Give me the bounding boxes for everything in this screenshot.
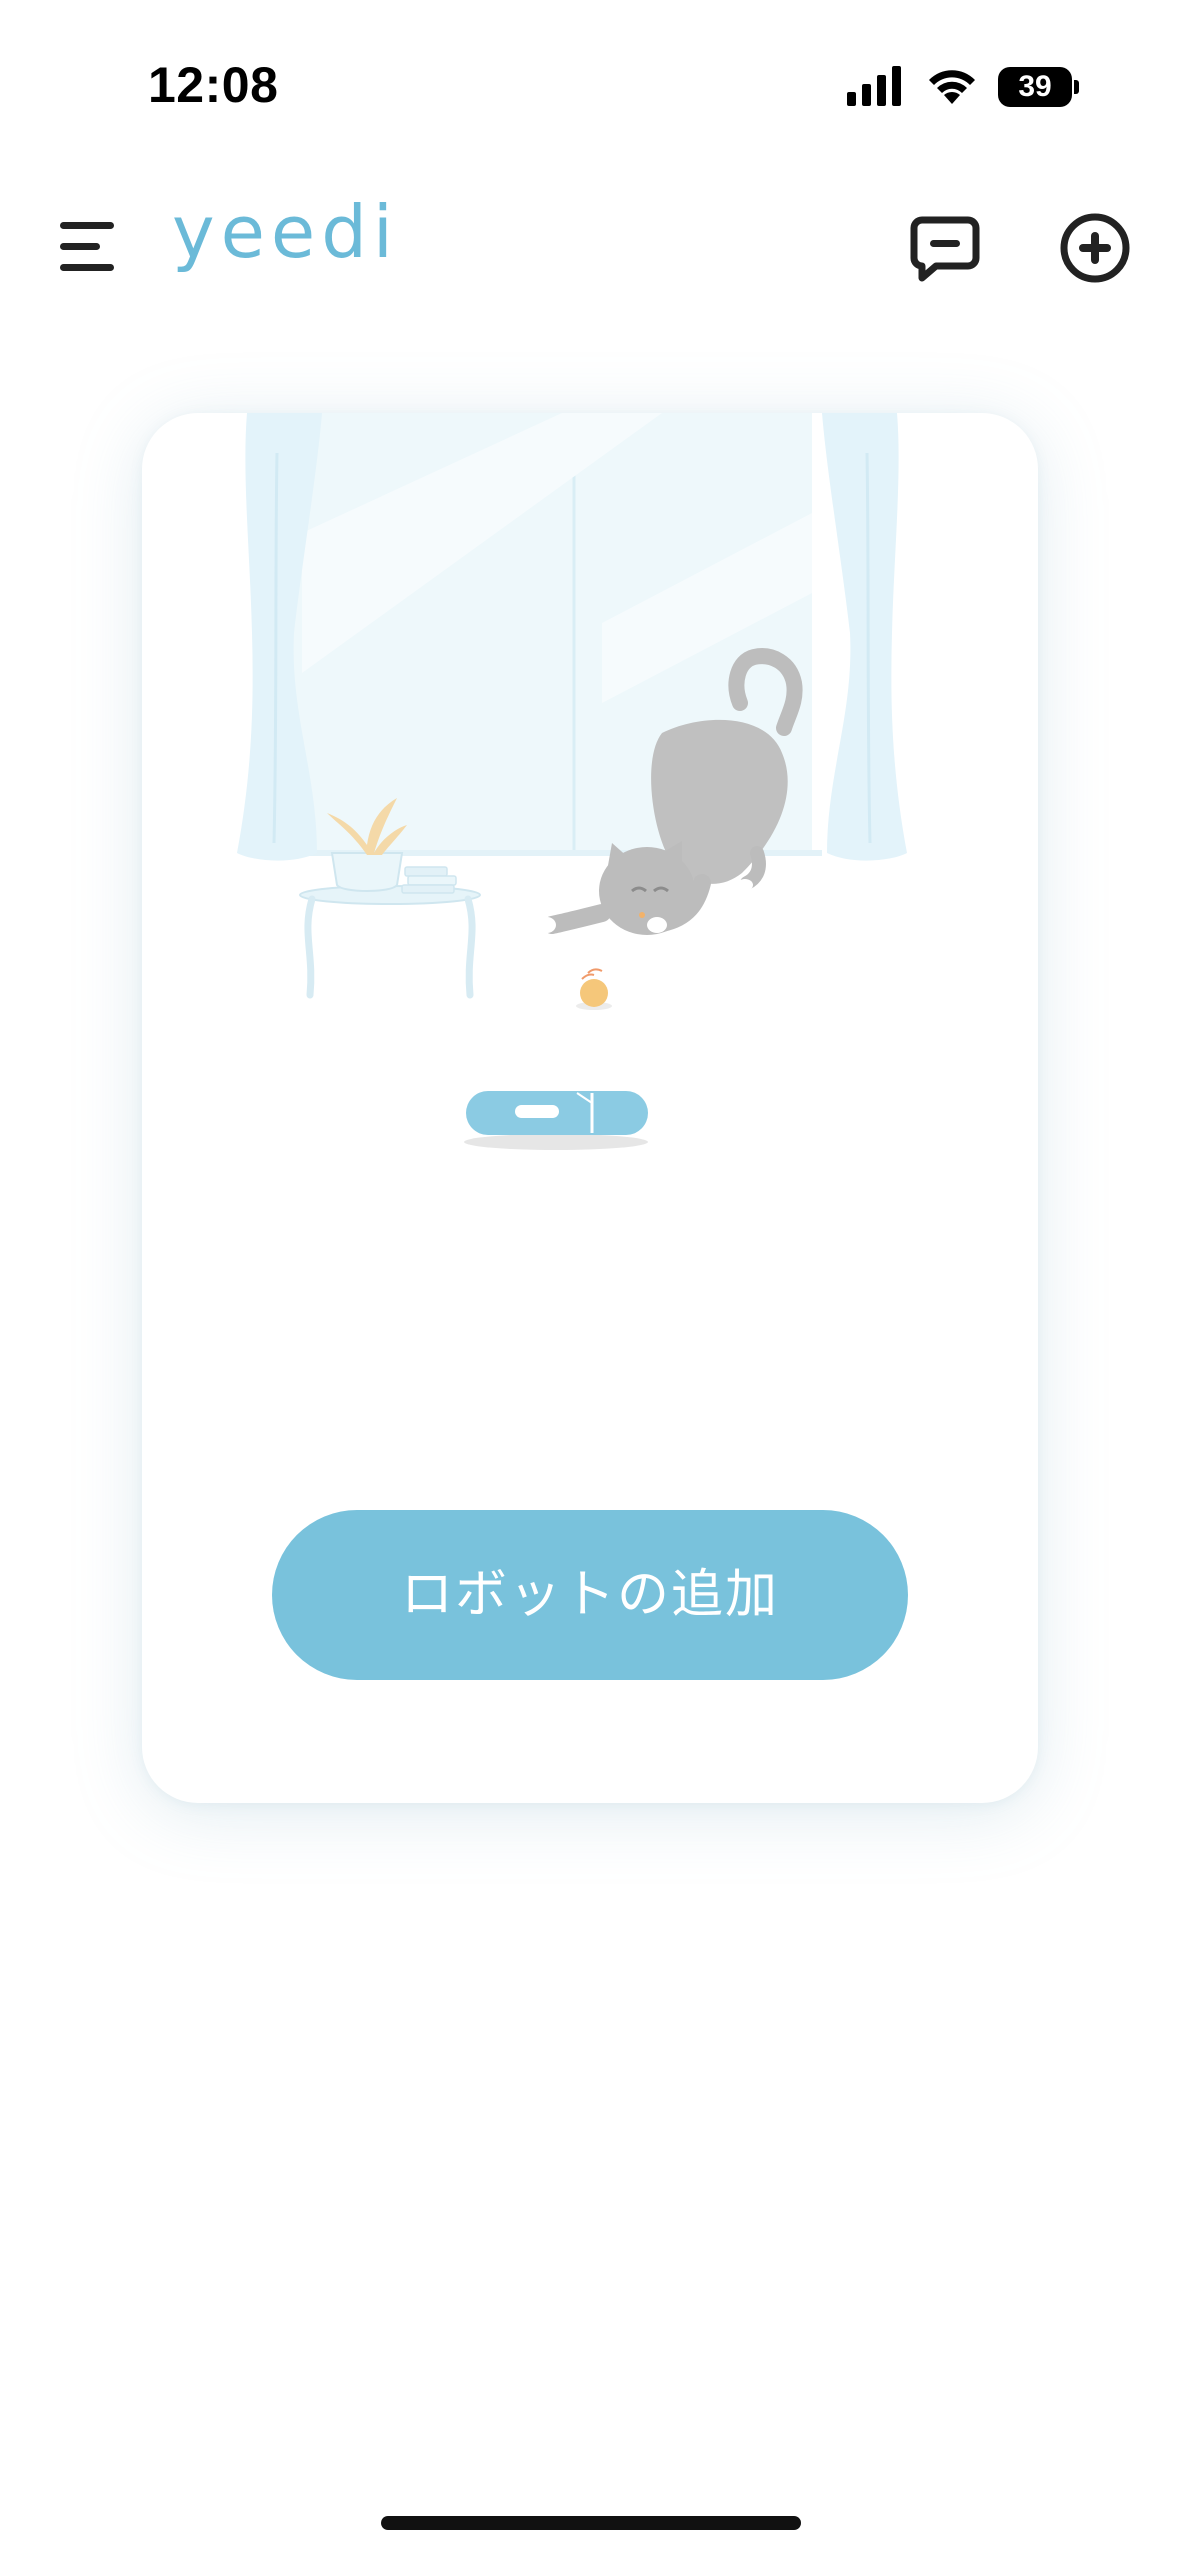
signal-icon	[847, 66, 901, 106]
battery-icon: 39	[998, 67, 1079, 107]
wifi-icon	[929, 70, 975, 104]
message-icon[interactable]	[910, 216, 980, 282]
room-illustration	[237, 413, 907, 1150]
status-bar: 12:08 39	[0, 0, 1179, 170]
battery-level: 39	[998, 67, 1072, 107]
add-circle-icon[interactable]	[1059, 212, 1131, 284]
home-indicator	[381, 2516, 801, 2530]
menu-icon[interactable]	[60, 222, 116, 272]
add-robot-card: ロボットの追加	[142, 413, 1038, 1803]
battery-tip	[1074, 80, 1079, 94]
add-robot-button[interactable]: ロボットの追加	[272, 1510, 908, 1680]
brand-logo: yeedi	[172, 190, 399, 274]
robot-vacuum-illustration	[464, 1091, 648, 1150]
yarn-ball-illustration	[576, 968, 612, 1010]
status-time: 12:08	[148, 57, 279, 113]
app-screen: 12:08 39 yeedi ロボットの追加	[0, 0, 1179, 2556]
right-curtain-illustration	[822, 413, 907, 861]
